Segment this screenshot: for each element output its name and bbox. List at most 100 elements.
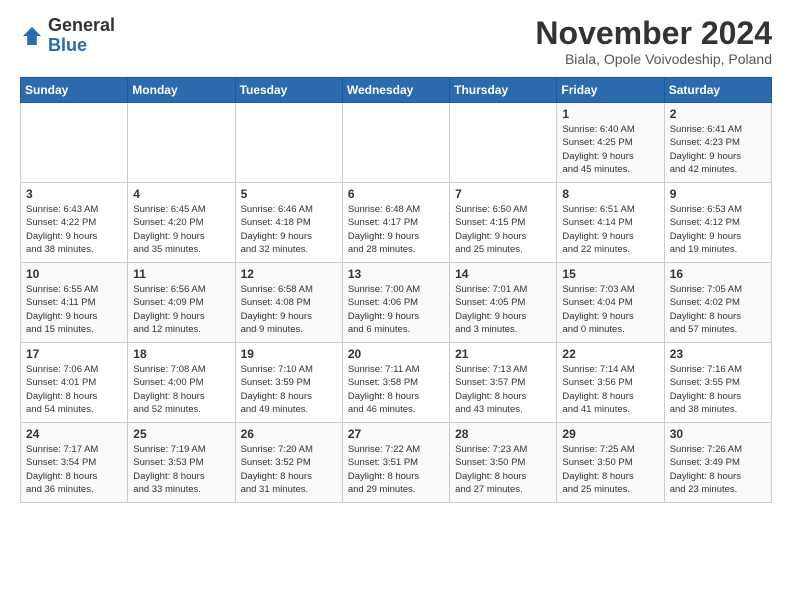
day-info: Sunrise: 6:53 AM Sunset: 4:12 PM Dayligh…	[670, 203, 766, 256]
day-info: Sunrise: 7:01 AM Sunset: 4:05 PM Dayligh…	[455, 283, 551, 336]
calendar-row-0: 1 Sunrise: 6:40 AM Sunset: 4:25 PM Daylig…	[21, 103, 772, 183]
calendar-cell	[21, 103, 128, 183]
calendar-row-1: 3 Sunrise: 6:43 AM Sunset: 4:22 PM Daylig…	[21, 183, 772, 263]
calendar-cell: 6Sunrise: 6:48 AM Sunset: 4:17 PM Daylig…	[342, 183, 449, 263]
day-info: Sunrise: 6:46 AM Sunset: 4:18 PM Dayligh…	[241, 203, 337, 256]
calendar-cell: 5 Sunrise: 6:46 AM Sunset: 4:18 PM Daylig…	[235, 183, 342, 263]
calendar-cell: 4Sunrise: 6:45 AM Sunset: 4:20 PM Daylig…	[128, 183, 235, 263]
day-info: Sunrise: 6:48 AM Sunset: 4:17 PM Dayligh…	[348, 203, 444, 256]
day-number: 9	[670, 187, 766, 201]
calendar-row-3: 17 Sunrise: 7:06 AM Sunset: 4:01 PM Dayli…	[21, 343, 772, 423]
day-number: 20	[348, 347, 444, 361]
day-info: Sunrise: 7:11 AM Sunset: 3:58 PM Dayligh…	[348, 363, 444, 416]
day-number: 8	[562, 187, 658, 201]
day-number: 11	[133, 267, 229, 281]
day-number: 29	[562, 427, 658, 441]
calendar-cell: 20 Sunrise: 7:11 AM Sunset: 3:58 PM Dayli…	[342, 343, 449, 423]
day-info: Sunrise: 6:40 AM Sunset: 4:25 PM Dayligh…	[562, 123, 658, 176]
subtitle: Biala, Opole Voivodeship, Poland	[535, 51, 772, 67]
calendar-cell: 27 Sunrise: 7:22 AM Sunset: 3:51 PM Dayli…	[342, 423, 449, 503]
calendar-table: SundayMondayTuesdayWednesdayThursdayFrid…	[20, 77, 772, 503]
day-number: 10	[26, 267, 122, 281]
day-info: Sunrise: 7:05 AM Sunset: 4:02 PM Dayligh…	[670, 283, 766, 336]
calendar-cell	[342, 103, 449, 183]
calendar-cell: 13 Sunrise: 7:00 AM Sunset: 4:06 PM Dayli…	[342, 263, 449, 343]
day-number: 18	[133, 347, 229, 361]
calendar-cell	[235, 103, 342, 183]
day-number: 4	[133, 187, 229, 201]
day-info: Sunrise: 6:56 AM Sunset: 4:09 PM Dayligh…	[133, 283, 229, 336]
day-number: 3	[26, 187, 122, 201]
day-number: 7	[455, 187, 551, 201]
day-number: 15	[562, 267, 658, 281]
day-number: 25	[133, 427, 229, 441]
day-number: 22	[562, 347, 658, 361]
day-info: Sunrise: 6:50 AM Sunset: 4:15 PM Dayligh…	[455, 203, 551, 256]
day-number: 1	[562, 107, 658, 121]
day-number: 24	[26, 427, 122, 441]
logo-text: General Blue	[48, 16, 115, 56]
day-info: Sunrise: 7:16 AM Sunset: 3:55 PM Dayligh…	[670, 363, 766, 416]
title-area: November 2024 Biala, Opole Voivodeship, …	[535, 16, 772, 67]
logo-blue: Blue	[48, 35, 87, 55]
calendar-cell: 28 Sunrise: 7:23 AM Sunset: 3:50 PM Dayli…	[450, 423, 557, 503]
day-number: 21	[455, 347, 551, 361]
calendar-cell: 24 Sunrise: 7:17 AM Sunset: 3:54 PM Dayli…	[21, 423, 128, 503]
day-info: Sunrise: 7:13 AM Sunset: 3:57 PM Dayligh…	[455, 363, 551, 416]
calendar-cell: 25Sunrise: 7:19 AM Sunset: 3:53 PM Dayli…	[128, 423, 235, 503]
calendar-cell: 29 Sunrise: 7:25 AM Sunset: 3:50 PM Dayli…	[557, 423, 664, 503]
col-header-thursday: Thursday	[450, 78, 557, 103]
day-info: Sunrise: 7:23 AM Sunset: 3:50 PM Dayligh…	[455, 443, 551, 496]
calendar-cell: 10 Sunrise: 6:55 AM Sunset: 4:11 PM Dayli…	[21, 263, 128, 343]
calendar-cell: 3 Sunrise: 6:43 AM Sunset: 4:22 PM Daylig…	[21, 183, 128, 263]
day-info: Sunrise: 6:58 AM Sunset: 4:08 PM Dayligh…	[241, 283, 337, 336]
day-info: Sunrise: 6:41 AM Sunset: 4:23 PM Dayligh…	[670, 123, 766, 176]
calendar-cell: 22 Sunrise: 7:14 AM Sunset: 3:56 PM Dayli…	[557, 343, 664, 423]
day-number: 19	[241, 347, 337, 361]
calendar-cell: 21 Sunrise: 7:13 AM Sunset: 3:57 PM Dayli…	[450, 343, 557, 423]
day-number: 16	[670, 267, 766, 281]
calendar-cell: 17 Sunrise: 7:06 AM Sunset: 4:01 PM Dayli…	[21, 343, 128, 423]
month-title: November 2024	[535, 16, 772, 51]
col-header-friday: Friday	[557, 78, 664, 103]
day-info: Sunrise: 7:08 AM Sunset: 4:00 PM Dayligh…	[133, 363, 229, 416]
logo: General Blue	[20, 16, 115, 56]
day-info: Sunrise: 6:43 AM Sunset: 4:22 PM Dayligh…	[26, 203, 122, 256]
day-number: 26	[241, 427, 337, 441]
day-info: Sunrise: 7:26 AM Sunset: 3:49 PM Dayligh…	[670, 443, 766, 496]
header: General Blue November 2024 Biala, Opole …	[20, 16, 772, 67]
day-number: 23	[670, 347, 766, 361]
day-info: Sunrise: 7:00 AM Sunset: 4:06 PM Dayligh…	[348, 283, 444, 336]
day-info: Sunrise: 7:06 AM Sunset: 4:01 PM Dayligh…	[26, 363, 122, 416]
calendar-cell: 30 Sunrise: 7:26 AM Sunset: 3:49 PM Dayli…	[664, 423, 771, 503]
day-info: Sunrise: 7:17 AM Sunset: 3:54 PM Dayligh…	[26, 443, 122, 496]
day-number: 17	[26, 347, 122, 361]
calendar-cell: 9 Sunrise: 6:53 AM Sunset: 4:12 PM Daylig…	[664, 183, 771, 263]
col-header-monday: Monday	[128, 78, 235, 103]
day-number: 28	[455, 427, 551, 441]
day-info: Sunrise: 7:20 AM Sunset: 3:52 PM Dayligh…	[241, 443, 337, 496]
day-info: Sunrise: 6:51 AM Sunset: 4:14 PM Dayligh…	[562, 203, 658, 256]
calendar-cell: 19Sunrise: 7:10 AM Sunset: 3:59 PM Dayli…	[235, 343, 342, 423]
calendar-row-4: 24 Sunrise: 7:17 AM Sunset: 3:54 PM Dayli…	[21, 423, 772, 503]
day-info: Sunrise: 7:14 AM Sunset: 3:56 PM Dayligh…	[562, 363, 658, 416]
day-info: Sunrise: 7:03 AM Sunset: 4:04 PM Dayligh…	[562, 283, 658, 336]
day-info: Sunrise: 7:25 AM Sunset: 3:50 PM Dayligh…	[562, 443, 658, 496]
calendar-cell: 2Sunrise: 6:41 AM Sunset: 4:23 PM Daylig…	[664, 103, 771, 183]
calendar-cell: 18 Sunrise: 7:08 AM Sunset: 4:00 PM Dayli…	[128, 343, 235, 423]
col-header-saturday: Saturday	[664, 78, 771, 103]
day-number: 30	[670, 427, 766, 441]
calendar-row-2: 10 Sunrise: 6:55 AM Sunset: 4:11 PM Dayli…	[21, 263, 772, 343]
calendar-cell: 26 Sunrise: 7:20 AM Sunset: 3:52 PM Dayli…	[235, 423, 342, 503]
calendar-cell: 23 Sunrise: 7:16 AM Sunset: 3:55 PM Dayli…	[664, 343, 771, 423]
calendar-cell: 11 Sunrise: 6:56 AM Sunset: 4:09 PM Dayli…	[128, 263, 235, 343]
day-number: 5	[241, 187, 337, 201]
page: General Blue November 2024 Biala, Opole …	[0, 0, 792, 513]
day-info: Sunrise: 6:55 AM Sunset: 4:11 PM Dayligh…	[26, 283, 122, 336]
day-number: 13	[348, 267, 444, 281]
col-header-wednesday: Wednesday	[342, 78, 449, 103]
calendar-cell: 16 Sunrise: 7:05 AM Sunset: 4:02 PM Dayli…	[664, 263, 771, 343]
calendar-cell: 1 Sunrise: 6:40 AM Sunset: 4:25 PM Daylig…	[557, 103, 664, 183]
day-info: Sunrise: 7:22 AM Sunset: 3:51 PM Dayligh…	[348, 443, 444, 496]
day-number: 27	[348, 427, 444, 441]
